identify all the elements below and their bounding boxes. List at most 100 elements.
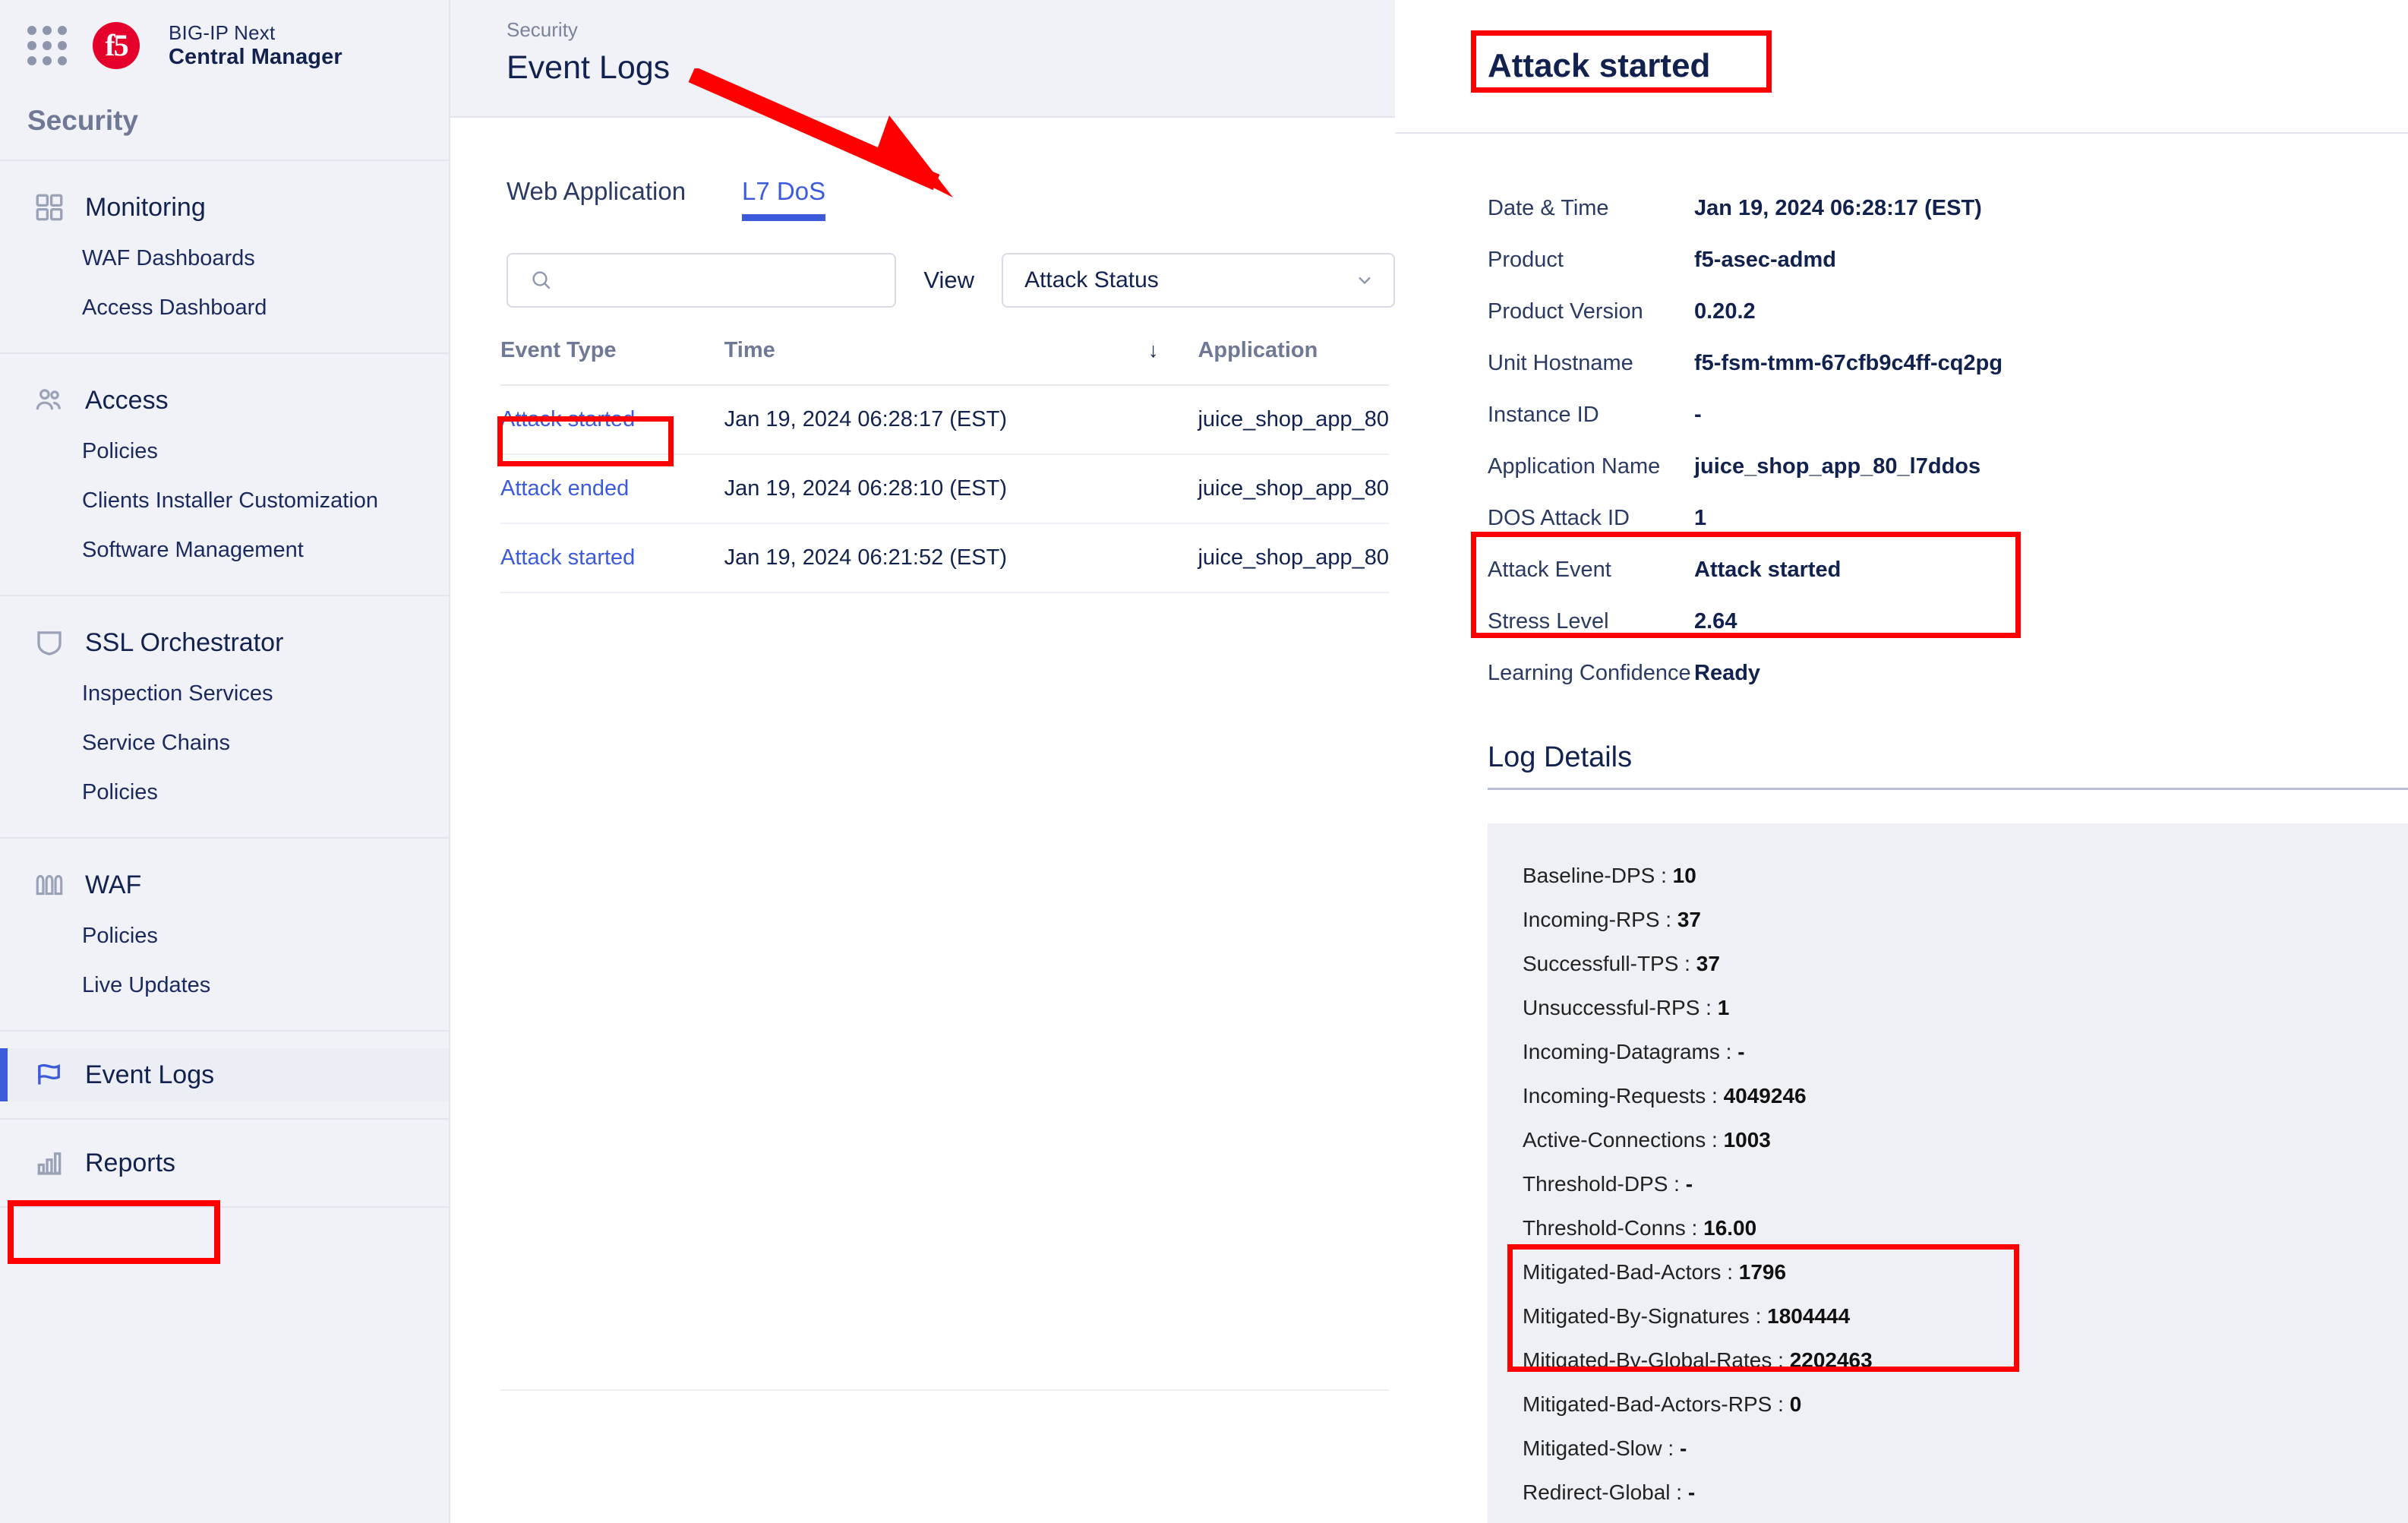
field-value: 0.20.2: [1694, 299, 1756, 324]
log-item-value: 0: [1789, 1392, 1802, 1416]
cell-spacer: [1116, 523, 1198, 593]
cell-time: Jan 19, 2024 06:21:52 (EST): [724, 523, 1117, 593]
sidebar-item-reports[interactable]: Reports: [0, 1136, 449, 1190]
cell-event-type[interactable]: Attack started: [500, 523, 724, 593]
sidebar-item-label: Reports: [85, 1148, 176, 1177]
cell-spacer: [1116, 385, 1198, 455]
sidebar-item-sslo-policies[interactable]: Policies: [0, 768, 449, 817]
field-value: juice_shop_app_80_l7ddos: [1694, 454, 1981, 479]
log-item: Successfull-TPS : 37: [1523, 952, 1720, 975]
table-row[interactable]: Attack started Jan 19, 2024 06:21:52 (ES…: [500, 523, 1389, 593]
log-item-value: -: [1737, 1040, 1745, 1063]
detail-field-application-name: Application Name juice_shop_app_80_l7ddo…: [1488, 454, 2408, 506]
cell-event-type[interactable]: Attack ended: [500, 454, 724, 524]
view-select[interactable]: Attack Status: [1002, 253, 1395, 308]
detail-field-product: Product f5-asec-admd: [1488, 248, 2408, 299]
field-value: -: [1694, 403, 1702, 427]
log-item-label: Threshold-Conns: [1523, 1216, 1686, 1240]
log-item-label: Mitigated-Bad-Actors-RPS: [1523, 1392, 1772, 1416]
sidebar-item-monitoring[interactable]: Monitoring: [0, 181, 449, 234]
nav-group-access: Access Policies Clients Installer Custom…: [0, 354, 449, 595]
field-key: Product: [1488, 248, 1564, 272]
sidebar-item-service-chains[interactable]: Service Chains: [0, 719, 449, 768]
log-details-header: Log Details: [1488, 741, 2408, 790]
sidebar-item-clients-installer-customization[interactable]: Clients Installer Customization: [0, 476, 449, 526]
sidebar-item-software-management[interactable]: Software Management: [0, 526, 449, 575]
table-row[interactable]: Attack started Jan 19, 2024 06:28:17 (ES…: [500, 385, 1389, 455]
log-item-label: Mitigated-Bad-Actors: [1523, 1260, 1722, 1284]
log-item-value: 37: [1696, 952, 1720, 975]
log-item-value: -: [1679, 1436, 1687, 1460]
field-value: 1: [1694, 506, 1707, 530]
detail-field-list: Date & Time Jan 19, 2024 06:28:17 (EST) …: [1395, 134, 2408, 713]
log-details-title: Log Details: [1488, 741, 1633, 773]
log-item-label: Redirect-Global: [1523, 1480, 1671, 1504]
sidebar-divider: [0, 1206, 449, 1208]
field-key: Learning Confidence: [1488, 661, 1691, 685]
cell-application: juice_shop_app_80: [1198, 523, 1389, 593]
sidebar-item-waf-policies[interactable]: Policies: [0, 912, 449, 961]
tab-web-application[interactable]: Web Application: [507, 177, 686, 221]
sidebar-item-live-updates[interactable]: Live Updates: [0, 961, 449, 1010]
search-box[interactable]: [507, 253, 897, 308]
field-value: Jan 19, 2024 06:28:17 (EST): [1694, 196, 1982, 220]
log-item-label: Unsuccessful-RPS: [1523, 996, 1700, 1019]
flag-icon: [38, 1063, 60, 1085]
detail-field-product-version: Product Version 0.20.2: [1488, 299, 2408, 351]
table-row[interactable]: Attack ended Jan 19, 2024 06:28:10 (EST)…: [500, 454, 1389, 524]
view-select-value: Attack Status: [1024, 267, 1159, 292]
table-empty-area: [500, 593, 1389, 1391]
sidebar-item-label: Access: [85, 385, 169, 415]
detail-panel: Attack started Date & Time Jan 19, 2024 …: [1395, 0, 2408, 1523]
event-logs-sidebar-highlight: [8, 1200, 220, 1264]
column-header-event-type[interactable]: Event Type: [500, 338, 724, 386]
field-key: DOS Attack ID: [1488, 506, 1630, 530]
column-header-time[interactable]: Time: [724, 338, 1117, 386]
detail-field-learning-confidence: Learning Confidence Ready: [1488, 661, 2408, 713]
log-item: Incoming-RPS : 37: [1523, 908, 1702, 931]
field-key: Stress Level: [1488, 609, 1609, 634]
sidebar-item-ssl-orchestrator[interactable]: SSL Orchestrator: [0, 616, 449, 669]
brand-line-1: BIG-IP Next: [169, 21, 276, 44]
application-root: f5 BIG-IP Next Central Manager Security …: [0, 0, 2408, 1523]
sidebar-item-event-logs[interactable]: Event Logs: [0, 1048, 449, 1101]
field-value: f5-asec-admd: [1694, 248, 1836, 272]
apps-grid-icon[interactable]: [27, 26, 67, 65]
nav-group-monitoring: Monitoring WAF Dashboards Access Dashboa…: [0, 161, 449, 352]
log-item-label: Mitigated-Slow: [1523, 1436, 1662, 1460]
search-input[interactable]: [566, 268, 869, 292]
field-value: 2.64: [1694, 609, 1737, 634]
nav-group-event-logs: Event Logs: [0, 1032, 449, 1118]
log-item-label: Incoming-Requests: [1523, 1084, 1706, 1107]
column-header-application[interactable]: Application: [1198, 338, 1389, 386]
bar-chart-icon: [37, 1152, 62, 1175]
column-header-time-label: Time: [724, 338, 775, 362]
log-item-label: Mitigated-By-Signatures: [1523, 1304, 1750, 1328]
log-item: Active-Connections : 1003: [1523, 1128, 1771, 1152]
table-header: Event Type Time ↓ Application: [500, 338, 1389, 386]
tab-l7-dos[interactable]: L7 DoS: [742, 177, 826, 221]
cell-application: juice_shop_app_80: [1198, 385, 1389, 455]
sidebar-item-waf[interactable]: WAF: [0, 858, 449, 912]
view-label: View: [923, 267, 975, 293]
sort-descending-arrow[interactable]: ↓: [1116, 338, 1198, 386]
log-item: Redirect-Global : -: [1523, 1480, 1696, 1504]
f5-logo[interactable]: f5: [93, 22, 140, 69]
cell-event-type[interactable]: Attack started: [500, 385, 724, 455]
log-item-label: Incoming-RPS: [1523, 908, 1660, 931]
sidebar-item-access[interactable]: Access: [0, 374, 449, 427]
sidebar-item-access-policies[interactable]: Policies: [0, 427, 449, 476]
sidebar-item-inspection-services[interactable]: Inspection Services: [0, 669, 449, 719]
field-key: Unit Hostname: [1488, 351, 1633, 375]
sidebar: f5 BIG-IP Next Central Manager Security …: [0, 0, 450, 1523]
cell-time: Jan 19, 2024 06:28:17 (EST): [724, 385, 1117, 455]
field-value: Attack started: [1694, 558, 1842, 582]
sidebar-item-waf-dashboards[interactable]: WAF Dashboards: [0, 234, 449, 283]
field-key: Attack Event: [1488, 558, 1611, 582]
nav-group-ssl-orchestrator: SSL Orchestrator Inspection Services Ser…: [0, 596, 449, 837]
sidebar-item-access-dashboard[interactable]: Access Dashboard: [0, 283, 449, 333]
users-icon: [36, 389, 61, 410]
log-item: Mitigated-Bad-Actors : 1796: [1523, 1260, 1787, 1284]
field-key: Application Name: [1488, 454, 1661, 479]
breadcrumb: Security: [507, 18, 578, 41]
